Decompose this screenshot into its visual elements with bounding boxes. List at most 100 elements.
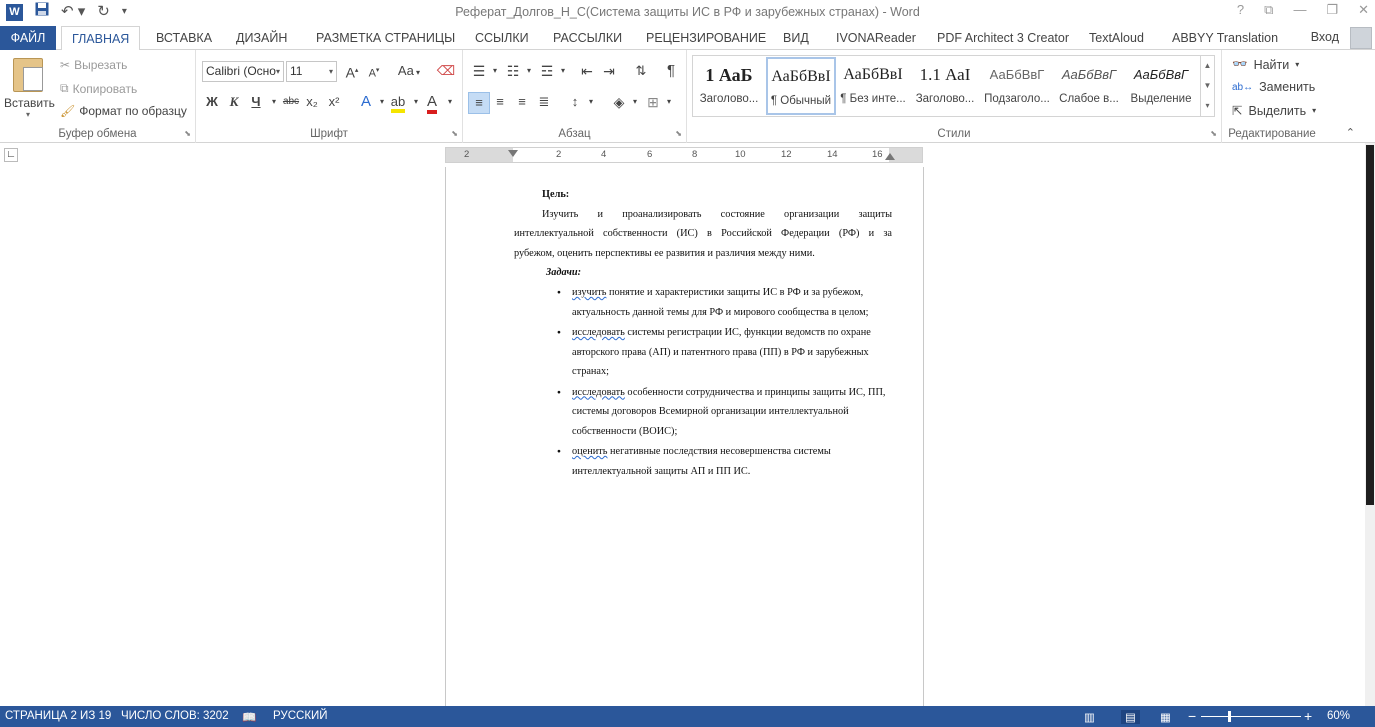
zoom-out-button[interactable]: − (1188, 708, 1196, 724)
style-heading-2[interactable]: 1.1 АаІ Заголово... (910, 57, 980, 115)
dialog-launcher-icon[interactable]: ⬊ (184, 129, 191, 138)
increase-indent-icon[interactable]: ⇥ (599, 61, 619, 81)
tab-pdf-architect[interactable]: PDF Architect 3 Creator (927, 26, 1079, 50)
tab-ivonareader[interactable]: IVONAReader (826, 26, 926, 50)
tab-view[interactable]: ВИД (773, 26, 819, 50)
style-subtle-emphasis[interactable]: АаБбВвГ Слабое в... (1054, 57, 1124, 115)
zoom-slider[interactable] (1201, 716, 1301, 717)
font-color-icon[interactable]: A (422, 92, 442, 114)
tab-textaloud[interactable]: TextAloud (1079, 26, 1154, 50)
paste-label: Вставить (4, 96, 55, 110)
highlight-icon[interactable]: ab (388, 92, 408, 113)
dialog-launcher-icon[interactable]: ⬊ (451, 129, 458, 138)
chevron-down-icon[interactable]: ▾ (485, 61, 505, 81)
tab-insert[interactable]: ВСТАВКА (146, 26, 222, 50)
help-button[interactable]: ? (1237, 2, 1244, 18)
chevron-down-icon[interactable]: ▾ (553, 61, 573, 81)
document-body[interactable]: Цель: Изучить и проанализировать состоян… (514, 185, 892, 283)
dialog-launcher-icon[interactable]: ⬊ (1210, 129, 1217, 138)
goal-line: рубежом, оценить перспективы ее развития… (514, 247, 815, 259)
italic-button[interactable]: К (224, 92, 244, 112)
chevron-down-icon[interactable]: ▼ (1201, 76, 1214, 96)
justify-button[interactable]: ≣ (534, 92, 554, 112)
style-emphasis[interactable]: АаБбВвГ Выделение (1126, 57, 1196, 115)
print-layout-icon[interactable]: ▤ (1121, 710, 1140, 724)
dialog-launcher-icon[interactable]: ⬊ (675, 129, 682, 138)
align-center-button[interactable]: ≡ (490, 92, 510, 112)
style-subtitle[interactable]: АаБбВвГ Подзаголо... (982, 57, 1052, 115)
cut-button[interactable]: ✂ Вырезать (60, 58, 127, 72)
chevron-down-icon[interactable]: ▾ (440, 92, 460, 112)
tab-design[interactable]: ДИЗАЙН (226, 26, 297, 50)
sign-in-link[interactable]: Вход (1311, 30, 1339, 44)
align-left-button[interactable]: ≡ (468, 92, 490, 114)
replace-button[interactable]: ab↔ Заменить (1232, 80, 1315, 94)
bold-button[interactable]: Ж (202, 92, 222, 112)
tab-review[interactable]: РЕЦЕНЗИРОВАНИЕ (636, 26, 776, 50)
vertical-scrollbar[interactable] (1365, 143, 1375, 706)
zoom-slider-thumb[interactable] (1228, 711, 1231, 722)
avatar[interactable] (1350, 27, 1372, 49)
proofing-icon[interactable]: 📖 (242, 710, 256, 724)
clear-formatting-icon[interactable]: ⌫ (436, 61, 456, 81)
tab-home[interactable]: ГЛАВНАЯ (61, 26, 141, 51)
select-button[interactable]: ⇱ Выделить ▾ (1232, 103, 1316, 119)
zoom-level[interactable]: 60% (1327, 710, 1350, 722)
style-no-spacing[interactable]: АаБбВвI ¶ Без инте... (838, 57, 908, 115)
first-line-indent-marker[interactable] (508, 150, 518, 157)
web-layout-icon[interactable]: ▦ (1160, 710, 1171, 724)
page-count[interactable]: СТРАНИЦА 2 ИЗ 19 (5, 710, 111, 722)
subscript-button[interactable]: x₂ (302, 92, 322, 112)
change-case-button[interactable]: Aa ▾ (394, 61, 424, 83)
window-title: Реферат_Долгов_Н_С(Система защиты ИС в Р… (455, 5, 920, 19)
task-verb: оценить (572, 446, 608, 457)
superscript-button[interactable]: x² (324, 92, 344, 112)
grow-font-button[interactable]: A▴ (342, 61, 362, 83)
tab-file[interactable]: ФАЙЛ (0, 26, 56, 50)
chevron-down-icon[interactable]: ▾ (659, 92, 679, 112)
sort-icon[interactable]: ⇅ (631, 61, 651, 81)
scrollbar-thumb[interactable] (1366, 145, 1374, 505)
decrease-indent-icon[interactable]: ⇤ (577, 61, 597, 81)
horizontal-ruler[interactable]: 2 2 4 6 8 10 12 14 16 (445, 147, 923, 163)
task-verb: исследовать (572, 327, 625, 338)
document-area[interactable]: Цель: Изучить и проанализировать состоян… (0, 167, 1365, 706)
shrink-font-button[interactable]: A▾ (364, 61, 384, 84)
strikethrough-button[interactable]: abc (280, 92, 302, 112)
style-normal[interactable]: АаБбВвI ¶ Обычный (766, 57, 836, 115)
styles-scroll[interactable]: ▲ ▼ ▾ (1200, 56, 1214, 116)
collapse-ribbon-icon[interactable]: ⌃ (1346, 126, 1355, 139)
font-size-select[interactable]: 11 ▾ (286, 61, 337, 82)
font-family-select[interactable]: Calibri (Осно ▾ (202, 61, 284, 82)
page[interactable]: Цель: Изучить и проанализировать состоян… (445, 167, 924, 706)
tab-stop-selector[interactable]: ∟ (4, 148, 18, 162)
find-button[interactable]: 👓 Найти ▾ (1232, 57, 1299, 72)
style-heading-1[interactable]: 1 АаБ Заголово... (694, 57, 764, 115)
ribbon-display-button[interactable]: ⧉ (1264, 2, 1273, 18)
tab-abbyy-translation[interactable]: ABBYY Translation (1162, 26, 1288, 50)
right-indent-marker[interactable] (885, 153, 895, 160)
underline-button[interactable]: Ч (246, 92, 266, 112)
word-count[interactable]: ЧИСЛО СЛОВ: 3202 (121, 710, 229, 722)
close-button[interactable]: ✕ (1358, 2, 1369, 18)
chevron-down-icon[interactable]: ▾ (625, 92, 645, 112)
chevron-down-icon[interactable]: ▾ (519, 61, 539, 81)
paste-button[interactable]: Вставить ▾ (4, 56, 55, 119)
language[interactable]: РУССКИЙ (273, 710, 328, 722)
chevron-up-icon[interactable]: ▲ (1201, 56, 1214, 76)
zoom-in-button[interactable]: + (1304, 708, 1312, 724)
chevron-down-icon[interactable]: ▾ (581, 92, 601, 112)
tab-mailings[interactable]: РАССЫЛКИ (543, 26, 632, 50)
format-painter-button[interactable]: 🖌 Формат по образцу (60, 104, 187, 118)
copy-button[interactable]: ⧉ Копировать (60, 81, 137, 96)
pilcrow-icon[interactable]: ¶ (661, 61, 681, 81)
tab-page-layout[interactable]: РАЗМЕТКА СТРАНИЦЫ (306, 26, 465, 50)
minimize-button[interactable]: — (1293, 2, 1306, 18)
paragraph-group: ☰ ▾ ☷ ▾ ☲ ▾ ⇤ ⇥ ⇅ ¶ ≡ ≡ ≡ ≣ ↕ ▾ ◈ ▾ ⊞ ▾ … (463, 50, 687, 143)
align-right-button[interactable]: ≡ (512, 92, 532, 112)
restore-button[interactable]: ❐ (1326, 2, 1338, 18)
tasks-list[interactable]: изучить понятие и характеристики защиты … (557, 283, 892, 481)
read-mode-icon[interactable]: ▥ (1084, 710, 1095, 724)
more-icon[interactable]: ▾ (1201, 96, 1214, 116)
tab-references[interactable]: ССЫЛКИ (465, 26, 539, 50)
